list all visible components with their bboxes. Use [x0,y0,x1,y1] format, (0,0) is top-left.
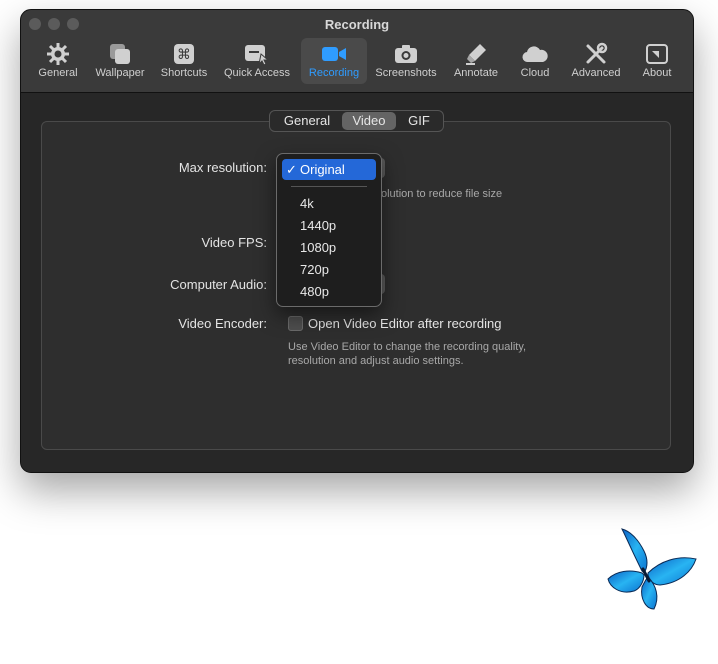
camera-icon [395,45,417,63]
tab-label: General [38,67,78,79]
video-fps-label: Video FPS: [201,235,267,250]
tab-cloud[interactable]: Cloud [511,38,559,84]
editor-hint-line-2: resolution and adjust audio settings. [288,355,464,367]
max-resolution-label: Max resolution: [178,160,267,175]
segment-general[interactable]: General [274,112,340,130]
tab-advanced[interactable]: Advanced [565,38,627,84]
tab-label: About [642,67,672,79]
command-icon: ⌘ [174,44,194,64]
tab-label: Advanced [571,67,621,79]
tools-icon [586,42,608,64]
tab-label: Shortcuts [160,67,208,79]
tab-quick-access[interactable]: Quick Access [219,38,295,84]
butterfly-icon [607,528,697,610]
menu-separator [291,186,367,187]
video-camera-icon [322,47,346,61]
tab-about[interactable]: About [633,38,681,84]
menu-item-720p[interactable]: 720p [300,262,329,277]
tab-label: Cloud [520,67,550,79]
tab-label: Screenshots [375,67,437,79]
menu-item-4k[interactable]: 4k [300,196,314,211]
tab-annotate[interactable]: Annotate [447,38,505,84]
window-toolbar: Recording General Wallpaper ⌘ Shortcuts … [21,10,693,93]
quick-access-icon [245,45,270,66]
open-editor-label[interactable]: Open Video Editor after recording [308,316,501,331]
tab-label: Annotate [453,67,499,79]
tab-label: Wallpaper [95,67,145,79]
tab-wallpaper[interactable]: Wallpaper [89,38,151,84]
tab-label: Quick Access [223,67,291,79]
menu-item-1440p[interactable]: 1440p [300,218,336,233]
checkmark-icon: ✓ [286,162,297,177]
tab-recording[interactable]: Recording [301,38,367,84]
about-icon [646,44,668,64]
computer-audio-label: Computer Audio: [170,277,267,292]
tab-general[interactable]: General [31,38,85,84]
segment-video[interactable]: Video [342,112,396,130]
resolution-hint: olution to reduce file size [381,188,503,200]
video-mode-segmented-control: General Video GIF [269,110,444,132]
open-editor-checkbox[interactable] [288,316,303,331]
wallpaper-icon [110,44,130,64]
tab-screenshots[interactable]: Screenshots [371,38,441,84]
gear-icon [47,43,69,65]
cloud-icon [522,46,548,63]
window-title: Recording [324,17,390,32]
editor-hint-line-1: Use Video Editor to change the recording… [288,341,527,353]
tab-shortcuts[interactable]: ⌘ Shortcuts [155,38,213,84]
menu-item-label: Original [300,162,345,177]
video-encoder-label: Video Encoder: [178,316,267,331]
menu-item-original[interactable]: ✓ Original [282,159,376,180]
menu-item-1080p[interactable]: 1080p [300,240,336,255]
tab-label: Recording [308,67,360,79]
svg-text:⌘: ⌘ [177,47,191,63]
marker-icon [466,44,486,65]
segment-gif[interactable]: GIF [398,112,440,130]
resolution-dropdown-menu: ✓ Original 4k 1440p 1080p 720p 480p [276,153,382,307]
menu-item-480p[interactable]: 480p [300,284,329,299]
preferences-window: Recording General Wallpaper ⌘ Shortcuts … [20,9,694,473]
